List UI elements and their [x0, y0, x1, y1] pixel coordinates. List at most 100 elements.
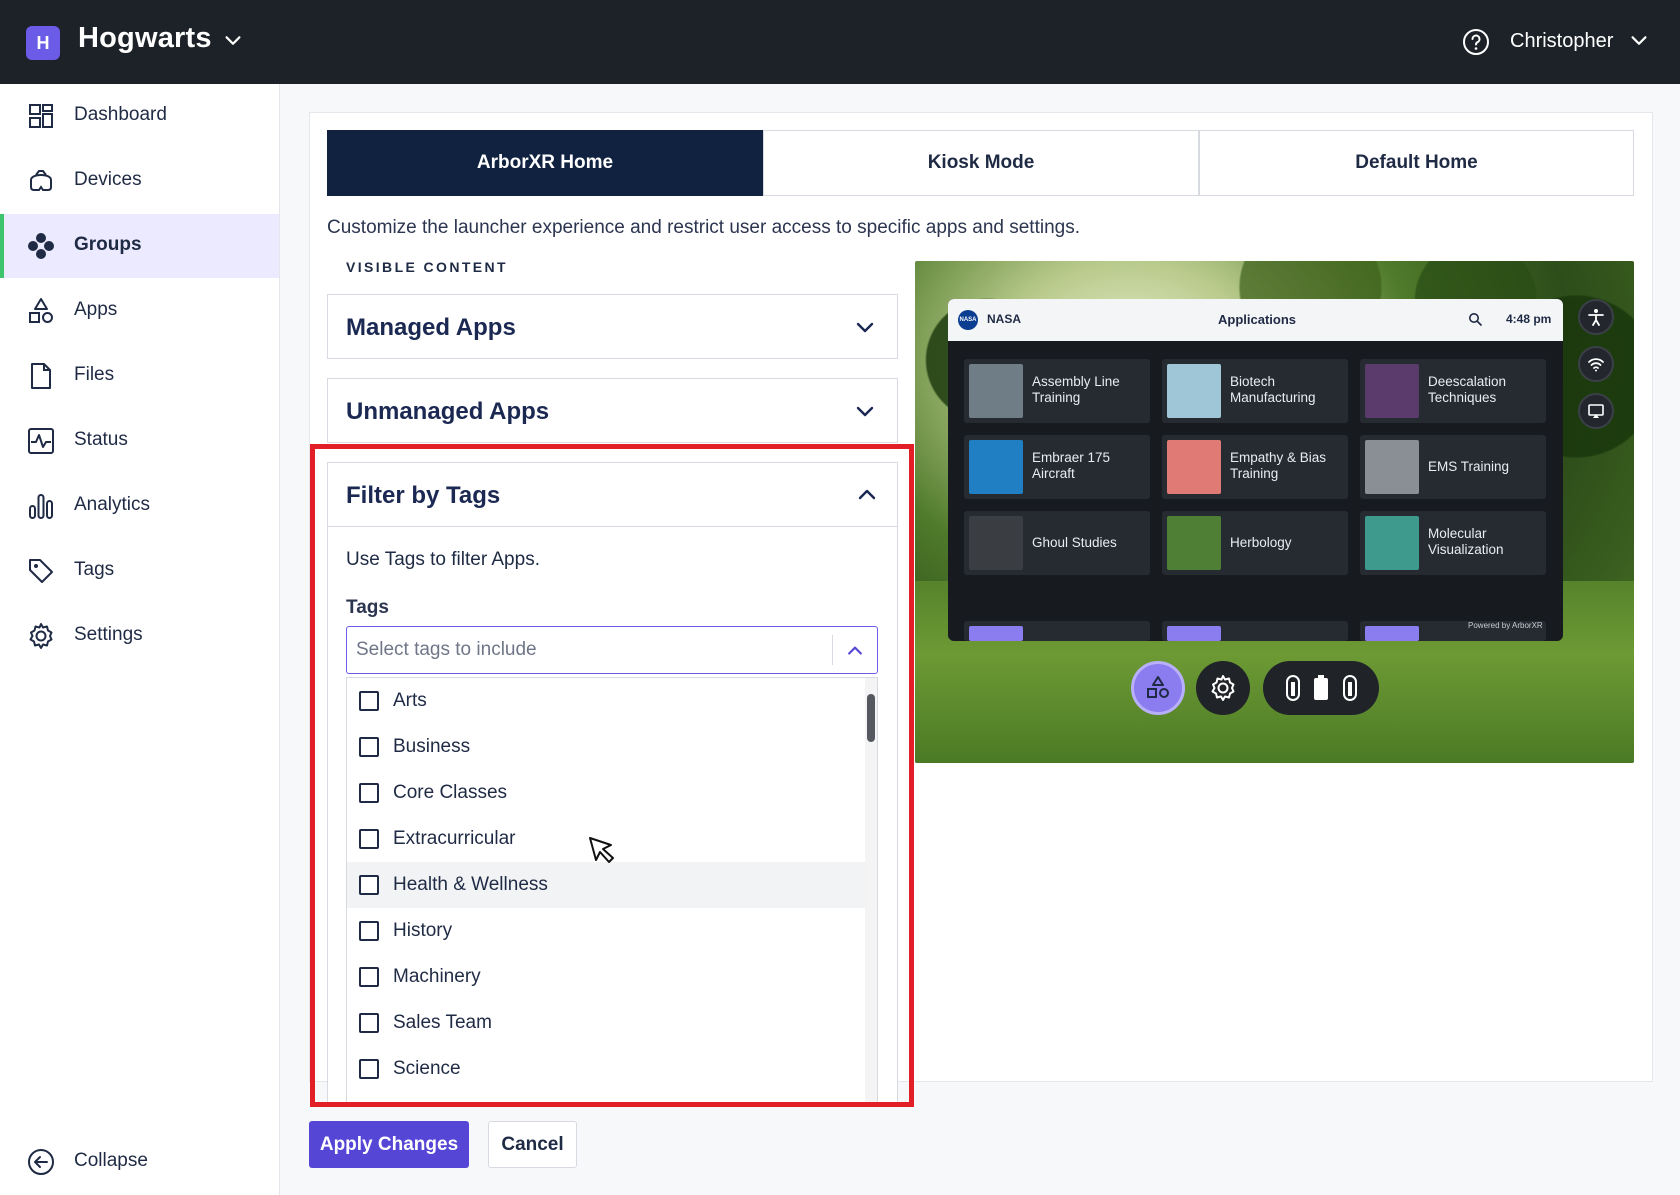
tag-option-science[interactable]: Science: [347, 1046, 867, 1092]
app-name: Assembly Line Training: [1032, 374, 1120, 405]
app-name: Embraer 175 Aircraft: [1032, 450, 1111, 481]
tag-option-label: Health & Wellness: [393, 874, 548, 895]
vr-app-tile: Biotech Manufacturing: [1162, 359, 1348, 423]
app-thumbnail: [1167, 364, 1221, 418]
vr-app-tile: Herbology: [1162, 511, 1348, 575]
sidebar-item-label: Settings: [74, 624, 143, 645]
unmanaged-apps-accordion[interactable]: Unmanaged Apps: [327, 378, 898, 443]
apply-changes-button[interactable]: Apply Changes: [309, 1121, 469, 1168]
app-name: Molecular Visualization: [1428, 526, 1504, 557]
sidebar-collapse-button[interactable]: Collapse: [0, 1130, 279, 1194]
tag-icon: [26, 556, 56, 586]
accordion-title: Unmanaged Apps: [346, 398, 550, 425]
app-thumbnail: [969, 364, 1023, 418]
chevron-down-icon[interactable]: [1628, 30, 1650, 52]
gear-icon: [26, 621, 56, 651]
controller-icon: [1285, 675, 1300, 701]
visible-content-heading: VISIBLE CONTENT: [346, 259, 509, 275]
app-thumbnail: [1167, 626, 1221, 641]
tag-option-label: Science: [393, 1058, 461, 1079]
tag-option-health-wellness[interactable]: Health & Wellness: [347, 862, 867, 908]
tab-default-home[interactable]: Default Home: [1199, 130, 1634, 196]
wifi-icon: [1578, 346, 1614, 382]
app-name: Deescalation Techniques: [1428, 374, 1507, 405]
chevron-up-icon[interactable]: [845, 641, 865, 661]
checkbox[interactable]: [359, 829, 379, 849]
chevron-down-icon: [856, 406, 874, 417]
sidebar-item-status[interactable]: Status: [0, 409, 279, 473]
cancel-button[interactable]: Cancel: [488, 1121, 577, 1168]
app-thumbnail: [969, 440, 1023, 494]
chevron-down-icon[interactable]: [222, 30, 244, 52]
chevron-up-icon: [858, 489, 876, 500]
checkbox[interactable]: [359, 875, 379, 895]
tags-dropdown-list[interactable]: Arts Business Core Classes Extracurricul…: [346, 677, 878, 1102]
app-thumbnail: [1365, 440, 1419, 494]
sidebar-item-dashboard[interactable]: Dashboard: [0, 84, 279, 148]
tag-option-machinery[interactable]: Machinery: [347, 954, 867, 1000]
cast-icon: [1578, 393, 1614, 429]
managed-apps-accordion[interactable]: Managed Apps: [327, 294, 898, 359]
sidebar: Dashboard Devices Groups Apps Files Stat…: [0, 84, 280, 1195]
app-name: Ghoul Studies: [1032, 535, 1117, 550]
status-icon: [26, 426, 56, 456]
checkbox[interactable]: [359, 1059, 379, 1079]
vr-app-tile: Embraer 175 Aircraft: [964, 435, 1150, 499]
checkbox[interactable]: [359, 1013, 379, 1033]
tag-option-label: Machinery: [393, 966, 481, 987]
filter-by-tags-header[interactable]: Filter by Tags: [328, 463, 897, 527]
tag-option-history[interactable]: History: [347, 908, 867, 954]
select-divider: [832, 635, 833, 665]
checkbox[interactable]: [359, 921, 379, 941]
sidebar-item-apps[interactable]: Apps: [0, 279, 279, 343]
search-icon: [1469, 313, 1482, 326]
tag-option-label: Arts: [393, 690, 427, 711]
vr-app-tile: EMS Training: [1360, 435, 1546, 499]
help-icon[interactable]: [1462, 28, 1490, 56]
tag-option-sales-team[interactable]: Sales Team: [347, 1000, 867, 1046]
tag-option-arts[interactable]: Arts: [347, 678, 867, 724]
tags-field-label: Tags: [346, 597, 389, 618]
org-avatar[interactable]: H: [26, 26, 60, 60]
sidebar-item-tags[interactable]: Tags: [0, 539, 279, 603]
tags-select-input[interactable]: Select tags to include: [346, 626, 878, 674]
checkbox[interactable]: [359, 783, 379, 803]
filter-by-tags-accordion: Filter by Tags Use Tags to filter Apps. …: [327, 462, 898, 1102]
app-thumbnail: [1365, 364, 1419, 418]
sidebar-item-label: Devices: [74, 169, 142, 190]
sidebar-item-label: Tags: [74, 559, 115, 580]
sidebar-item-devices[interactable]: Devices: [0, 149, 279, 213]
tag-option-label: Core Classes: [393, 782, 508, 803]
vr-launcher-title: Applications: [1218, 312, 1297, 327]
tab-kiosk-mode[interactable]: Kiosk Mode: [763, 130, 1199, 196]
collapse-icon: [26, 1147, 56, 1177]
app-thumbnail: [1365, 626, 1419, 641]
analytics-icon: [26, 491, 56, 521]
sidebar-item-label: Status: [74, 429, 128, 450]
sidebar-item-groups[interactable]: Groups: [0, 214, 279, 278]
vr-clock: 4:48 pm: [1506, 312, 1552, 326]
accordion-title: Managed Apps: [346, 314, 516, 341]
tag-option-core-classes[interactable]: Core Classes: [347, 770, 867, 816]
user-menu-name[interactable]: Christopher: [1510, 30, 1613, 53]
groups-icon: [26, 231, 56, 261]
sidebar-item-settings[interactable]: Settings: [0, 604, 279, 668]
sidebar-item-analytics[interactable]: Analytics: [0, 474, 279, 538]
tag-option-label: History: [393, 920, 453, 941]
sidebar-item-label: Analytics: [74, 494, 151, 515]
dropdown-scrollbar-thumb[interactable]: [867, 694, 875, 742]
checkbox[interactable]: [359, 967, 379, 987]
headset-icon: [26, 166, 56, 196]
checkbox[interactable]: [359, 691, 379, 711]
tag-option-label: Sales Team: [393, 1012, 492, 1033]
tag-option-business[interactable]: Business: [347, 724, 867, 770]
tags-select-placeholder: Select tags to include: [356, 639, 537, 660]
accessibility-icon: [1578, 299, 1614, 335]
sidebar-item-files[interactable]: Files: [0, 344, 279, 408]
org-name[interactable]: Hogwarts: [78, 22, 212, 55]
checkbox[interactable]: [359, 737, 379, 757]
chevron-down-icon: [856, 322, 874, 333]
app-thumbnail: [969, 516, 1023, 570]
app-thumbnail: [1167, 440, 1221, 494]
tab-arborxr-home[interactable]: ArborXR Home: [327, 130, 763, 196]
